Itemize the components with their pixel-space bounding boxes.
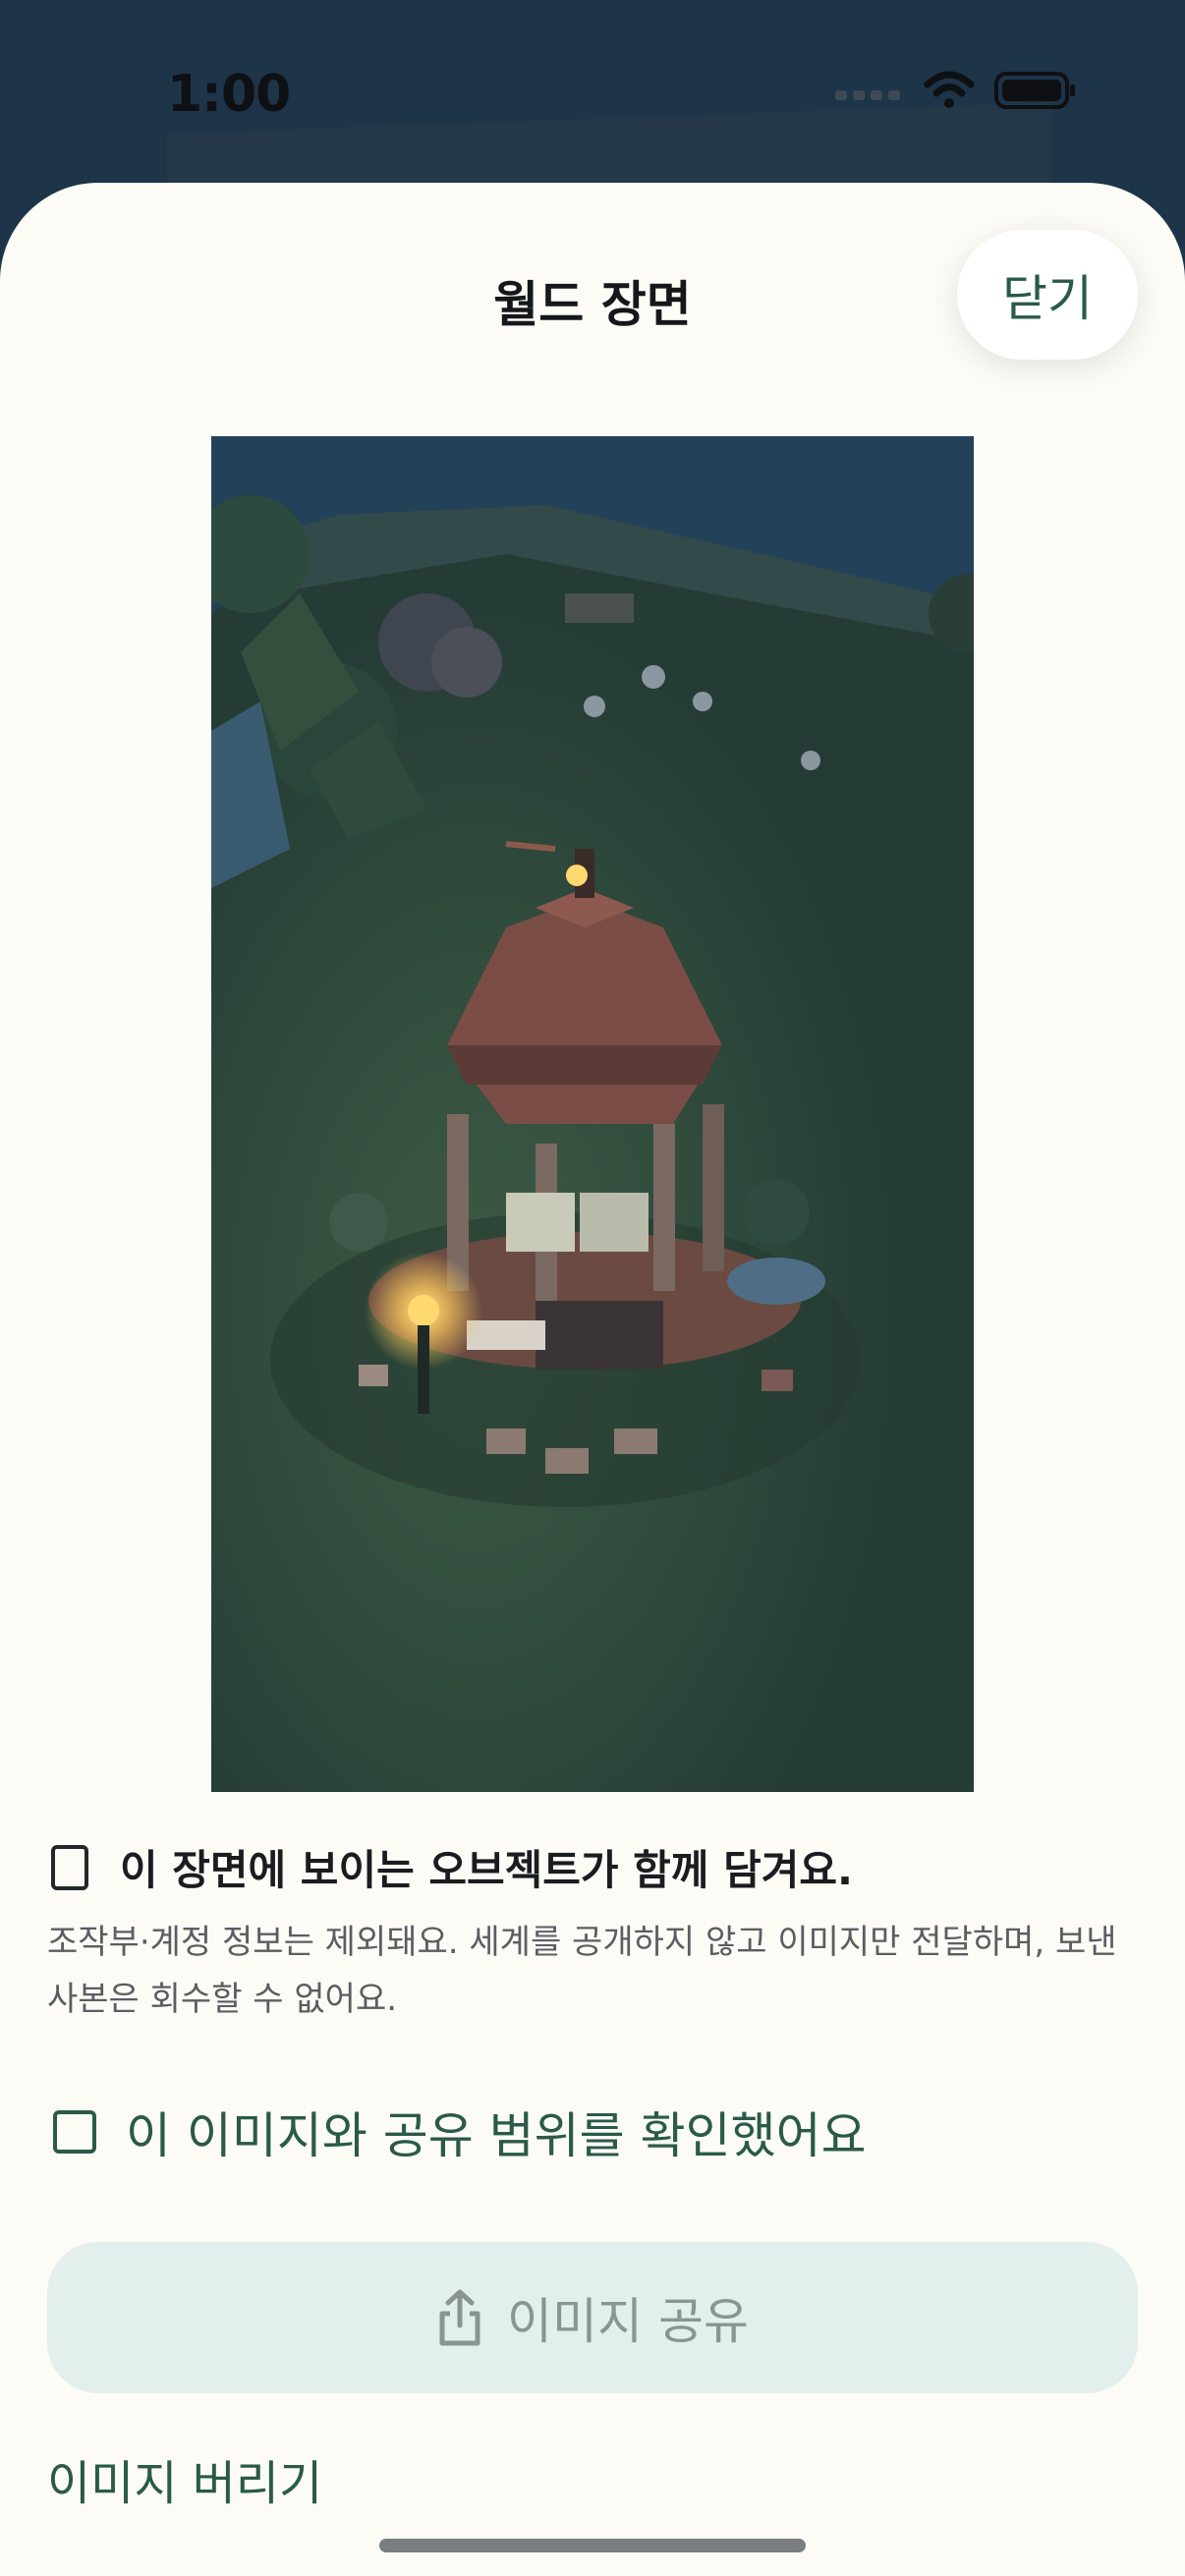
home-indicator — [379, 2539, 806, 2552]
share-icon — [439, 2289, 480, 2346]
share-image-button[interactable]: 이미지 공유 — [47, 2242, 1138, 2393]
confirm-row[interactable]: 이 이미지와 공유 범위를 확인했어요 — [53, 2097, 867, 2167]
status-icons — [835, 71, 1077, 110]
discard-image-link[interactable]: 이미지 버리기 — [47, 2444, 322, 2513]
confirm-label[interactable]: 이 이미지와 공유 범위를 확인했어요 — [126, 2097, 867, 2167]
notice-description: 조작부·계정 정보는 제외돼요. 세계를 공개하지 않고 이미지만 전달하며, … — [47, 1923, 1117, 2019]
close-button[interactable]: 닫기 — [957, 230, 1138, 360]
notice-row: 이 장면에 보이는 오브젝트가 함께 담겨요. — [51, 1837, 853, 1897]
wifi-icon — [924, 71, 975, 108]
notice-title: 이 장면에 보이는 오브젝트가 함께 담겨요. — [120, 1846, 853, 1894]
status-bar: 1:00 — [0, 0, 1185, 252]
status-time: 1:00 — [167, 65, 291, 124]
share-button-label: 이미지 공유 — [507, 2293, 749, 2350]
notice-checkbox[interactable] — [51, 1844, 88, 1890]
share-sheet: 월드 장면 닫기 이 장면에 보이는 오브젝트가 함께 담겨요. 조작부·계정 … — [0, 183, 1185, 2576]
gazebo-scene-image — [211, 436, 974, 1792]
battery-icon — [994, 72, 1075, 109]
signal-icon — [835, 90, 900, 100]
confirm-checkbox[interactable] — [53, 2110, 96, 2154]
